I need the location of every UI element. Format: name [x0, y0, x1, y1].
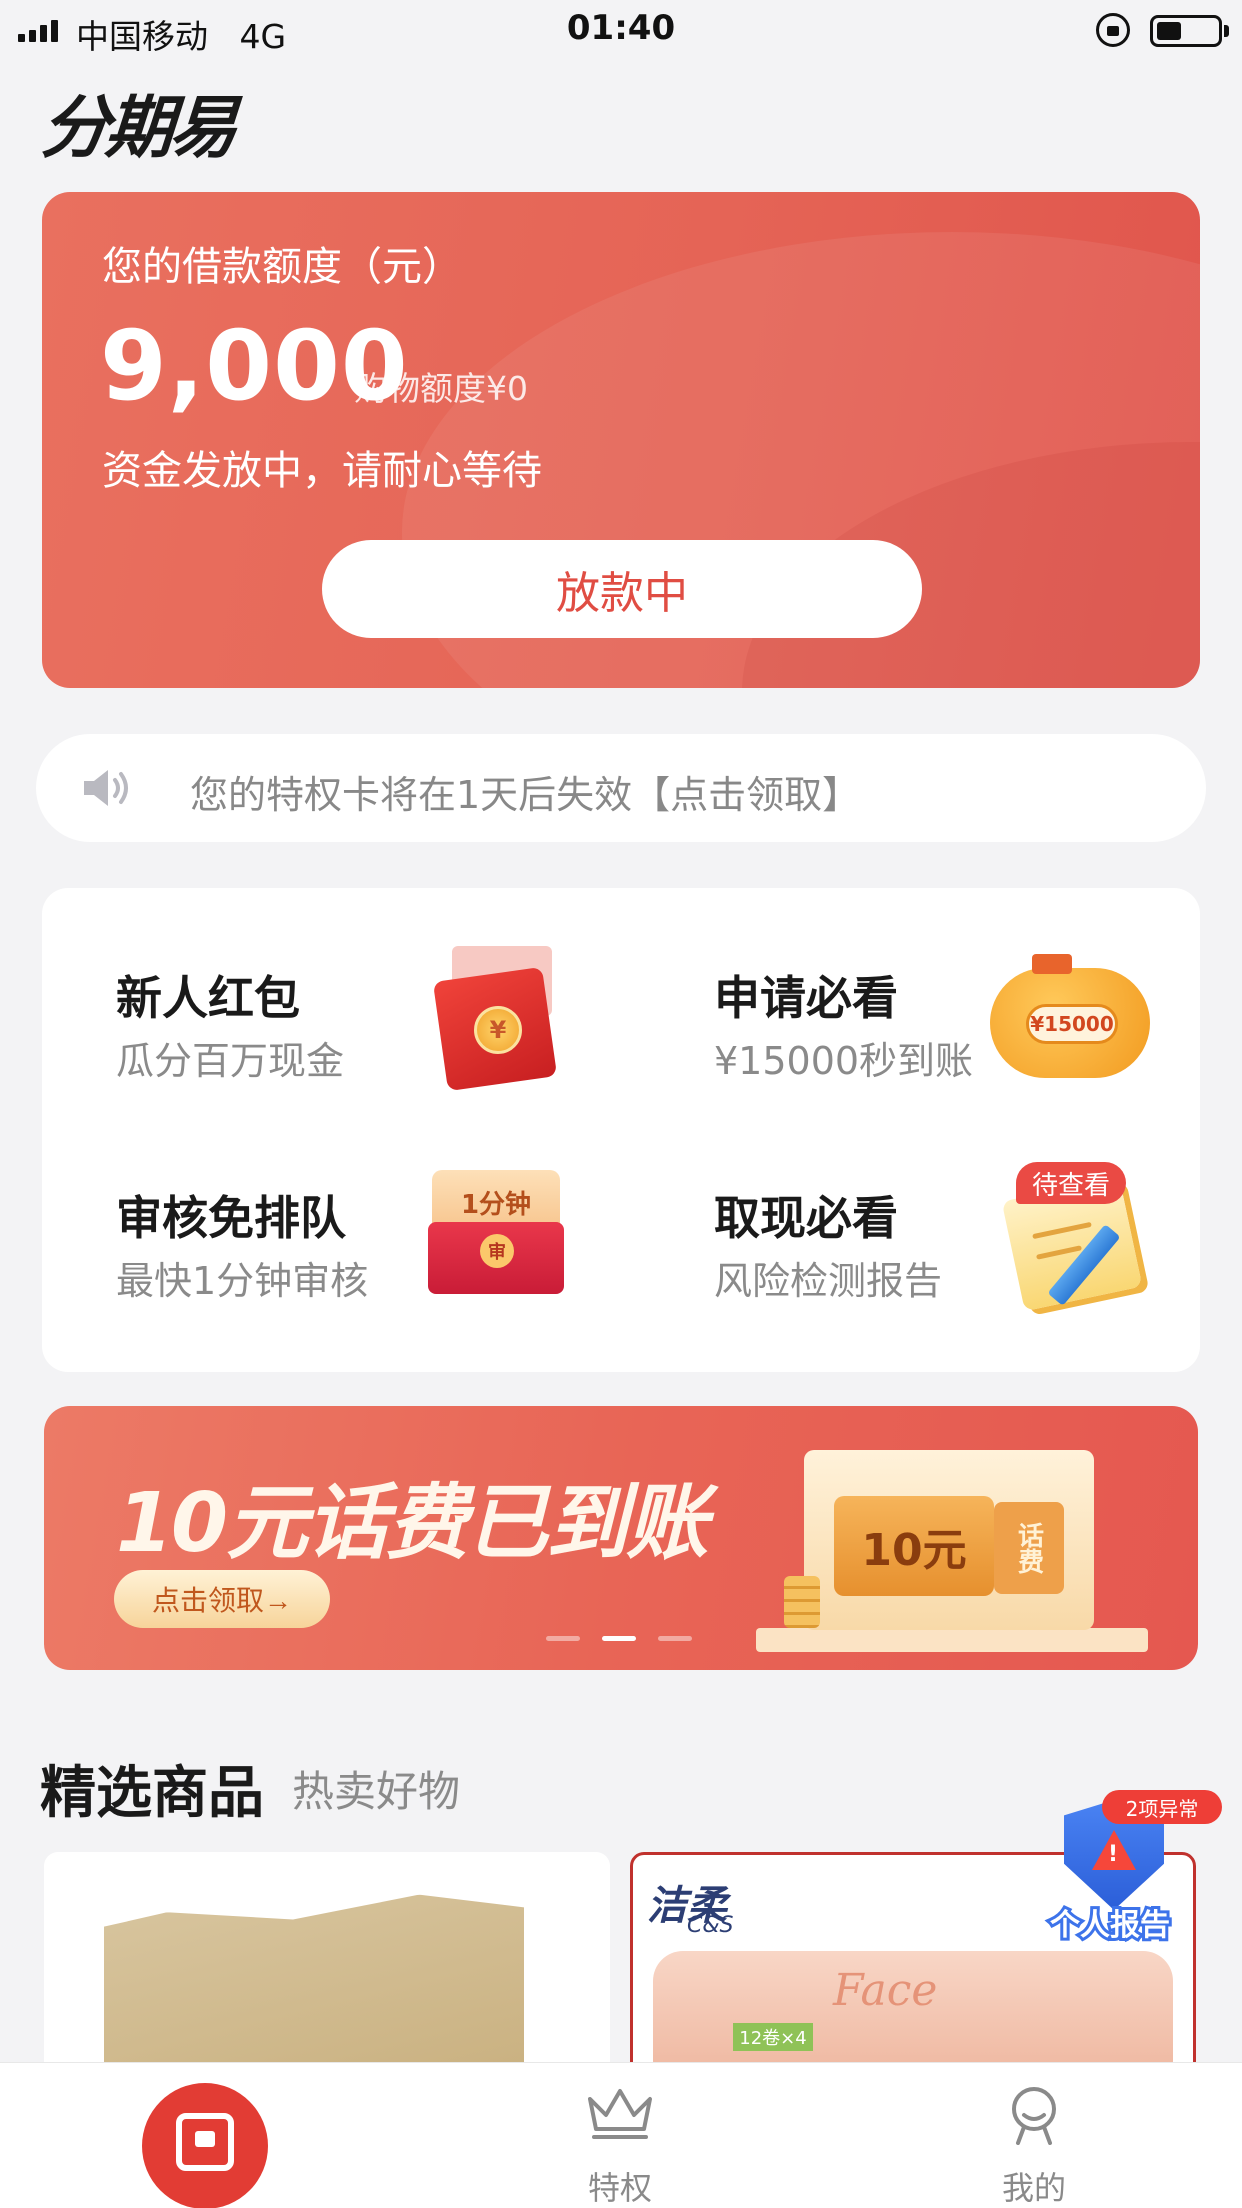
- feature-cash-withdrawal[interactable]: 取现必看 风险检测报告: [600, 1108, 1160, 1312]
- red-envelope-icon: ¥: [430, 946, 560, 1092]
- feature-title: 新人红包: [116, 971, 300, 1025]
- feature-subtitle: ¥15000秒到账: [714, 1039, 974, 1083]
- tab-bar: 特权 我的: [0, 2062, 1242, 2208]
- section-title: 精选商品: [40, 1761, 264, 1826]
- tab-label: 我的: [1001, 2169, 1066, 2207]
- disbursement-status: 资金发放中，请耐心等待: [102, 448, 542, 494]
- feature-subtitle: 瓜分百万现金: [116, 1039, 345, 1083]
- shopping-limit: 购物额度¥0: [354, 369, 528, 408]
- tab-mine[interactable]: 我的: [934, 2063, 1134, 2208]
- feature-title: 审核免排队: [116, 1191, 346, 1245]
- carousel-dots[interactable]: [546, 1636, 692, 1641]
- product-name: Face: [833, 1965, 938, 2016]
- credit-limit-label: 您的借款额度（元）: [102, 244, 462, 290]
- report-label: 个人报告: [1047, 1905, 1173, 1946]
- feature-title: 申请必看: [714, 971, 898, 1025]
- disbursing-button[interactable]: 放款中: [322, 540, 922, 638]
- status-bar: 中国移动 4G 01:40: [0, 0, 1242, 60]
- tab-label: 特权: [587, 2169, 652, 2207]
- battery-icon: [1150, 15, 1222, 47]
- speaker-icon: [84, 770, 128, 806]
- coin-stack-icon: [784, 1576, 820, 1628]
- promo-banner[interactable]: 10元话费已到账 点击领取→ 10元 话费: [44, 1406, 1198, 1670]
- carousel-dot[interactable]: [602, 1636, 636, 1641]
- notice-text: 您的特权卡将在1天后失效【点击领取】: [190, 773, 861, 817]
- anomaly-badge: 2项异常: [1102, 1790, 1222, 1824]
- app-logo: 分期易: [38, 89, 237, 168]
- coin-icon: ¥: [474, 1006, 522, 1054]
- envelope-icon: 1分钟 审: [428, 1170, 564, 1294]
- feature-newcomer-redpacket[interactable]: 新人红包 瓜分百万现金 ¥: [42, 888, 602, 1092]
- section-subtitle: 热卖好物: [292, 1767, 461, 1816]
- feature-subtitle: 最快1分钟审核: [116, 1259, 369, 1303]
- phone-bill-voucher: 话费: [994, 1502, 1064, 1594]
- crown-icon: [588, 2089, 652, 2139]
- voucher-graphic: 10元: [834, 1496, 994, 1596]
- piggy-bank-icon: ¥15000: [982, 948, 1152, 1078]
- feature-no-queue-review[interactable]: 审核免排队 最快1分钟审核 1分钟 审: [42, 1108, 602, 1308]
- credit-limit-card: 您的借款额度（元） 9,000 购物额度¥0 资金发放中，请耐心等待 放款中: [42, 192, 1200, 688]
- feature-grid: 新人红包 瓜分百万现金 ¥ 申请必看 ¥15000秒到账 ¥15000 审核免排…: [42, 888, 1200, 1372]
- personal-report-button[interactable]: ! 2项异常 个人报告: [1040, 1790, 1222, 1950]
- battery-cap: [1224, 25, 1229, 37]
- piggy-bank-amount: ¥15000: [1026, 1004, 1118, 1044]
- tab-privilege[interactable]: 特权: [520, 2063, 720, 2208]
- envelope-minute-text: 1分钟: [460, 1190, 532, 1220]
- carousel-dot[interactable]: [658, 1636, 692, 1641]
- user-icon: [1012, 2087, 1056, 2145]
- product-pack-label: 12卷×4: [733, 2023, 813, 2051]
- banner-title: 10元话费已到账: [116, 1476, 708, 1571]
- claim-button[interactable]: 点击领取→: [114, 1570, 330, 1628]
- orientation-lock-icon: [1096, 13, 1130, 47]
- product-brand-en: C&S: [687, 1913, 734, 1938]
- privilege-notice[interactable]: 您的特权卡将在1天后失效【点击领取】: [36, 734, 1206, 842]
- envelope-seal: 审: [480, 1234, 514, 1268]
- feature-subtitle: 风险检测报告: [714, 1259, 943, 1303]
- tab-home[interactable]: [142, 2083, 268, 2208]
- carousel-dot[interactable]: [546, 1636, 580, 1641]
- feature-must-read-apply[interactable]: 申请必看 ¥15000秒到账 ¥15000: [600, 888, 1160, 1088]
- tissue-product-image: [104, 1887, 524, 2072]
- pending-badge: 待查看: [1016, 1162, 1126, 1204]
- feature-title: 取现必看: [714, 1191, 898, 1245]
- clock: 01:40: [566, 8, 676, 48]
- shelf-graphic: [756, 1628, 1148, 1652]
- product-card[interactable]: [44, 1852, 610, 2072]
